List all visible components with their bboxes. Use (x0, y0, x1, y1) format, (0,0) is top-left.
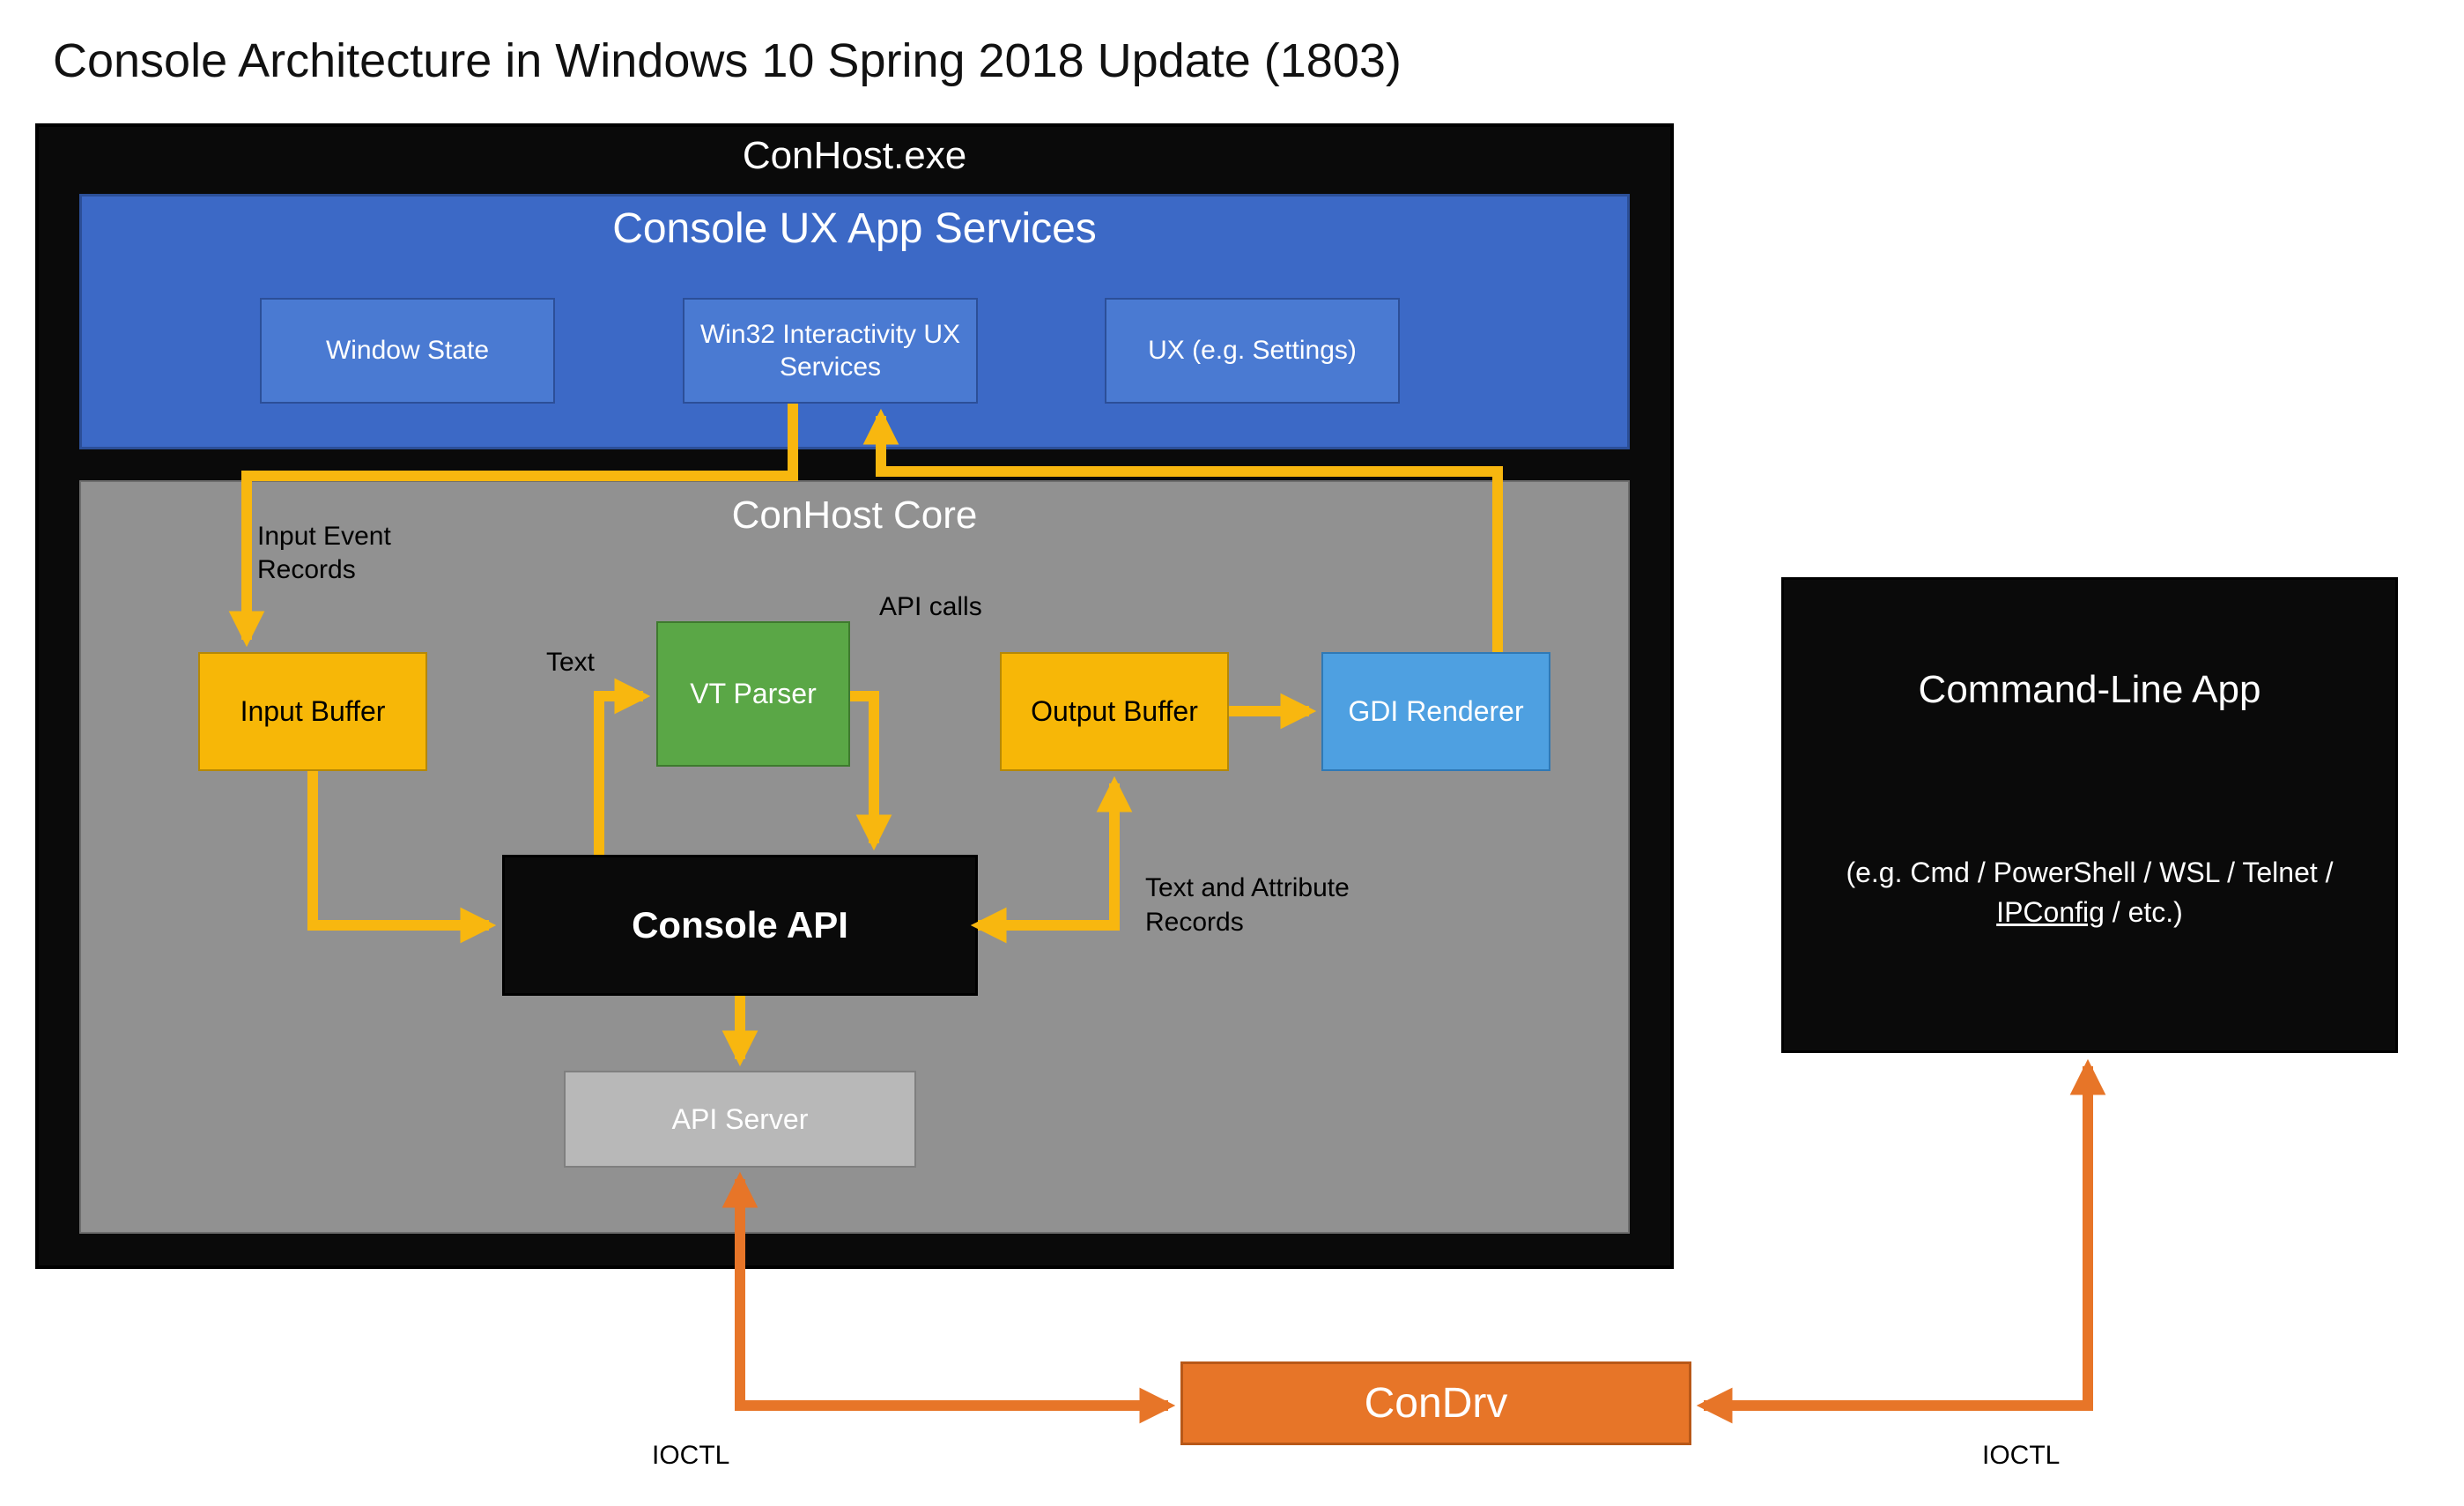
box-output-buffer: Output Buffer (1000, 652, 1229, 771)
box-input-buffer: Input Buffer (198, 652, 427, 771)
edge-label-ioctl-left: IOCTL (652, 1441, 729, 1471)
diagram-title: Console Architecture in Windows 10 Sprin… (53, 33, 1402, 88)
box-api-server: API Server (564, 1071, 916, 1168)
label-command-line-app-subtitle: (e.g. Cmd / PowerShell / WSL / Telnet / … (1810, 853, 2369, 932)
edge-label-text-attr-records: Text and Attribute Records (1145, 871, 1410, 939)
box-condrv: ConDrv (1180, 1361, 1691, 1445)
edge-label-text: Text (546, 648, 595, 678)
edge-label-api-calls: API calls (879, 590, 982, 624)
arrow-condrv-cmdapp (1704, 1066, 2088, 1406)
label-ux-services: Console UX App Services (79, 204, 1630, 253)
box-ux-settings: UX (e.g. Settings) (1105, 298, 1400, 404)
box-vt-parser: VT Parser (656, 621, 850, 767)
edge-label-ioctl-right: IOCTL (1982, 1441, 2060, 1471)
box-console-api: Console API (502, 855, 978, 996)
box-window-state: Window State (260, 298, 555, 404)
label-conhost-exe: ConHost.exe (35, 134, 1674, 178)
edge-label-input-event-records: Input Event Records (257, 520, 433, 586)
label-command-line-app-title: Command-Line App (1784, 668, 2395, 712)
box-win32-interactivity: Win32 Interactivity UX Services (683, 298, 978, 404)
box-gdi-renderer: GDI Renderer (1321, 652, 1550, 771)
box-command-line-app: Command-Line App (e.g. Cmd / PowerShell … (1781, 577, 2398, 1053)
